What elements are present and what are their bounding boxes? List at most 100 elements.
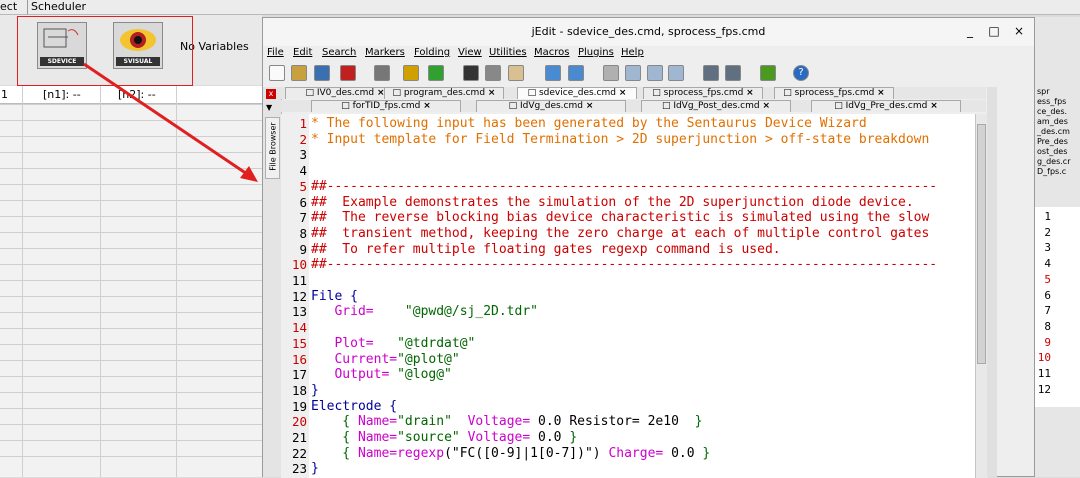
menu-markers[interactable]: Markers	[365, 46, 405, 60]
code-token: ## The reverse blocking bias device char…	[311, 210, 930, 226]
redo-icon[interactable]	[428, 65, 444, 81]
buffer-tab-label: □ IdVg_Pre_des.cmd	[834, 101, 931, 111]
second-pane-tab[interactable]: Pre_des	[1035, 137, 1080, 147]
line-number: 20	[291, 414, 307, 430]
second-pane-tab[interactable]: _des.cm	[1035, 127, 1080, 137]
file-browser-tab[interactable]: File Browser	[265, 117, 280, 179]
line-number: 6	[299, 194, 307, 210]
close-tab-icon[interactable]: ×	[586, 101, 594, 111]
code-token: }	[569, 430, 578, 445]
menu-edit[interactable]: Edit	[293, 46, 312, 60]
dock-sidebar: x ▼ File Browser	[263, 87, 282, 477]
split-pane-divider[interactable]	[987, 87, 997, 477]
code-token: * The following input has been generated…	[311, 116, 867, 131]
open-file-icon[interactable]	[291, 65, 307, 81]
plugin-manager-icon[interactable]	[760, 65, 776, 81]
split-vertical-icon[interactable]	[647, 65, 663, 81]
second-pane-tab[interactable]: spr	[1035, 87, 1080, 97]
paste-icon[interactable]	[508, 65, 524, 81]
line-number-gutter: 1 2 3 4 5 6 7 8 9 10 11 12 13 14 15 16 17 18 19 20 21 22 23	[281, 114, 309, 478]
buffer-options-icon[interactable]	[703, 65, 719, 81]
second-pane-tabs: spr ess_fps ce_des. am_des _des.cm Pre_des ost…	[1035, 87, 1080, 177]
buffer-tab[interactable]: □ IdVg_Pre_des.cmd ×	[811, 100, 961, 112]
line-number: 11	[291, 273, 307, 288]
code-line: ##--------------------------------------…	[311, 257, 937, 273]
code-token: }	[694, 414, 703, 430]
maximize-button[interactable]: □	[987, 24, 1001, 38]
menu-utilities[interactable]: Utilities	[489, 46, 527, 60]
code-line: * The following input has been generated…	[311, 116, 867, 132]
menu-folding[interactable]: Folding	[414, 46, 450, 60]
reload-icon[interactable]	[314, 65, 330, 81]
new-view-icon[interactable]	[603, 65, 619, 81]
scrollbar-thumb[interactable]	[977, 124, 986, 364]
code-line: { Name="source" Voltage= 0.0 }	[311, 430, 577, 446]
minimize-button[interactable]: _	[963, 24, 977, 38]
code-token: "drain"	[397, 414, 468, 430]
print-icon[interactable]	[374, 65, 390, 81]
close-buffer-icon[interactable]: x	[266, 89, 276, 99]
unsplit-icon[interactable]	[668, 65, 684, 81]
code-token: "@log@"	[397, 367, 452, 383]
code-text-area[interactable]: * The following input has been generated…	[309, 114, 975, 478]
buffer-tab[interactable]: □ forTID_fps.cmd ×	[311, 100, 461, 112]
menu-macros[interactable]: Macros	[534, 46, 569, 60]
copy-icon[interactable]	[485, 65, 501, 81]
close-tab-icon[interactable]: ×	[488, 88, 496, 98]
help-icon[interactable]: ?	[793, 65, 809, 81]
close-tab-icon[interactable]: ×	[746, 88, 754, 98]
menu-plugins[interactable]: Plugins	[578, 46, 614, 60]
buffer-tab-label: □ sdevice_des.cmd	[527, 88, 619, 98]
split-horizontal-icon[interactable]	[625, 65, 641, 81]
code-token: regexp	[397, 445, 445, 461]
buffer-tab[interactable]: □ sdevice_des.cmd ×	[517, 87, 637, 99]
new-file-icon[interactable]	[269, 65, 285, 81]
line-number: 7	[299, 210, 307, 226]
second-pane-tab[interactable]: g_des.cr	[1035, 157, 1080, 167]
code-token: 0.0 Resistor= 2e10	[530, 414, 695, 430]
find-icon[interactable]	[545, 65, 561, 81]
cut-icon[interactable]	[463, 65, 479, 81]
menu-file[interactable]: File	[267, 46, 284, 60]
undo-icon[interactable]	[403, 65, 419, 81]
code-token: Current=	[311, 351, 398, 367]
menu-search[interactable]: Search	[322, 46, 356, 60]
window-title: jEdit - sdevice_des.cmd, sprocess_fps.cm…	[531, 25, 766, 38]
second-pane-line-number: 12	[1037, 382, 1051, 396]
buffer-tab[interactable]: □ sprocess_fps.cmd ×	[774, 87, 894, 99]
close-tab-icon[interactable]: ×	[619, 88, 627, 98]
replace-icon[interactable]	[568, 65, 584, 81]
file-browser-label: File Browser	[268, 122, 278, 171]
buffer-tab[interactable]: □ IdVg_des.cmd ×	[476, 100, 626, 112]
line-number: 10	[291, 257, 307, 273]
buffer-tab[interactable]: □ IdVg_Post_des.cmd ×	[641, 100, 791, 112]
second-pane-tab[interactable]: ess_fps	[1035, 97, 1080, 107]
code-token: ## Example demonstrates the simulation o…	[311, 194, 914, 210]
close-tab-icon[interactable]: ×	[423, 101, 431, 111]
buffer-tab-label: □ IV0_des.cmd	[305, 88, 377, 98]
second-pane-tab[interactable]: D_fps.c	[1035, 167, 1080, 177]
close-tab-icon[interactable]: ×	[930, 101, 938, 111]
code-token: "@tdrdat@"	[397, 335, 476, 351]
second-pane-line-number: 6	[1044, 288, 1051, 302]
second-pane-tab[interactable]: ce_des.	[1035, 107, 1080, 117]
second-pane-tab[interactable]: am_des	[1035, 117, 1080, 127]
close-file-icon[interactable]	[340, 65, 356, 81]
close-tab-icon[interactable]: ×	[877, 88, 885, 98]
code-token: ##--------------------------------------…	[311, 257, 938, 273]
code-token: 0.0	[530, 430, 570, 445]
second-pane-line-number: 9	[1044, 335, 1051, 349]
buffer-list-dropdown-icon[interactable]: ▼	[266, 103, 272, 112]
window-titlebar[interactable]: jEdit - sdevice_des.cmd, sprocess_fps.cm…	[263, 18, 1034, 46]
menu-help[interactable]: Help	[621, 46, 644, 60]
buffer-tab-label: □ program_des.cmd	[392, 88, 488, 98]
close-tab-icon[interactable]: ×	[762, 101, 770, 111]
second-pane-line-number: 2	[1044, 225, 1051, 239]
second-pane-tab[interactable]: ost_des	[1035, 147, 1080, 157]
buffer-tab[interactable]: □ program_des.cmd ×	[384, 87, 504, 99]
global-options-icon[interactable]	[725, 65, 741, 81]
close-window-button[interactable]: ×	[1012, 24, 1026, 38]
buffer-tab[interactable]: □ sprocess_fps.cmd ×	[643, 87, 763, 99]
menu-view[interactable]: View	[458, 46, 482, 60]
line-number: 21	[291, 430, 307, 445]
